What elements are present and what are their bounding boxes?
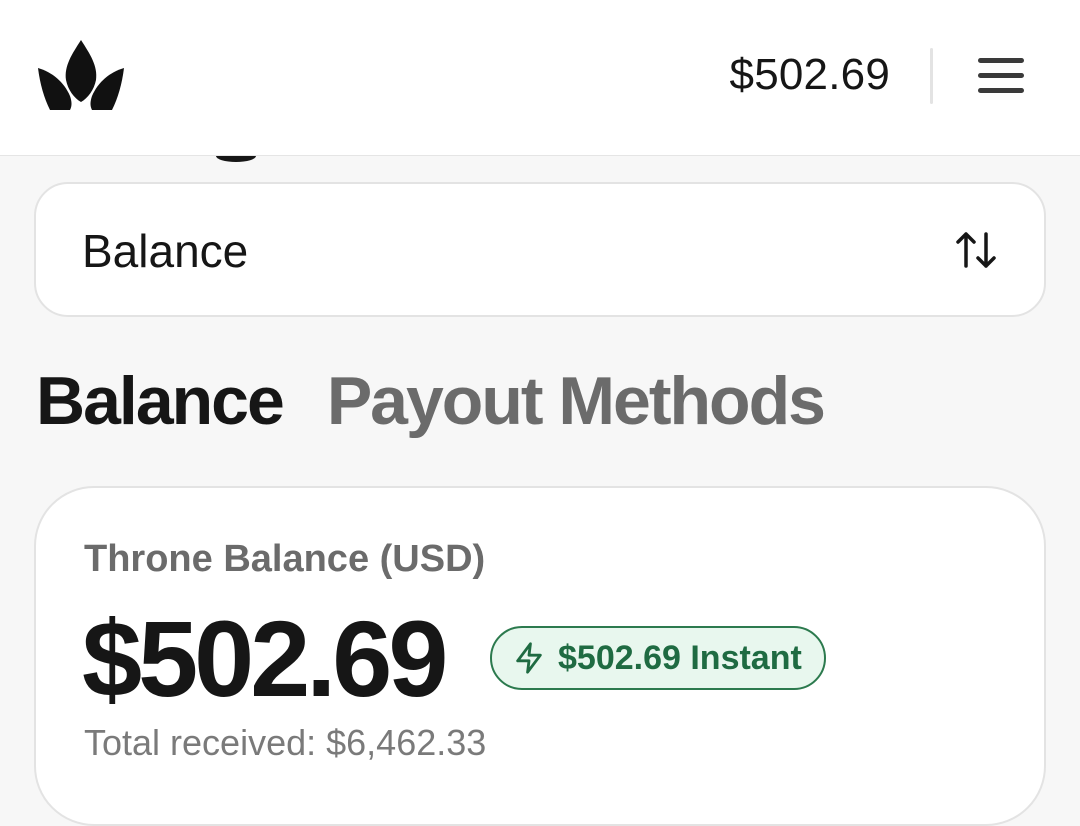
tab-payout-methods[interactable]: Payout Methods	[327, 362, 826, 440]
balance-amount: $502.69	[82, 598, 448, 719]
crown-icon[interactable]	[38, 40, 124, 110]
instant-badge-label: $502.69 Instant	[558, 638, 802, 677]
hamburger-menu-icon[interactable]	[970, 48, 1032, 104]
total-received: Total received: $6,462.33	[84, 722, 487, 763]
balance-card: Throne Balance (USD) $502.69 $502.69 Ins…	[34, 486, 1046, 826]
tab-balance[interactable]: Balance	[36, 362, 285, 440]
tab-bar: Balance Payout Methods	[36, 362, 826, 440]
lightning-icon	[516, 642, 542, 674]
instant-badge: $502.69 Instant	[490, 626, 826, 690]
sort-arrows-icon	[956, 232, 996, 268]
select-value: Balance	[82, 225, 249, 277]
header-balance: $502.69	[729, 50, 890, 99]
view-select[interactable]: Balance	[34, 182, 1046, 317]
top-header: $502.69	[0, 0, 1080, 156]
header-divider	[930, 48, 933, 104]
balance-card-title: Throne Balance (USD)	[84, 538, 486, 580]
